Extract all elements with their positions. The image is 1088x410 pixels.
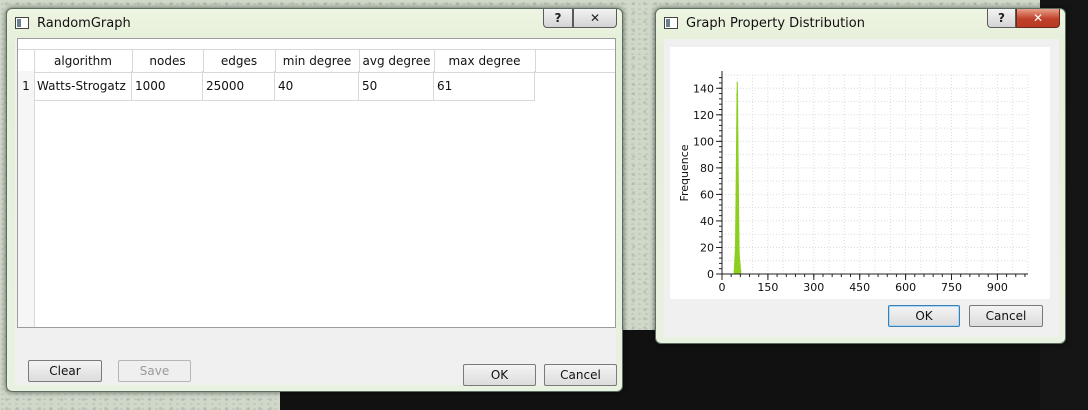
- y-tick-label: 40: [700, 215, 714, 228]
- corner-cell[interactable]: [18, 50, 35, 72]
- y-tick-label: 120: [693, 109, 714, 122]
- series-area: [733, 82, 742, 275]
- ok-button[interactable]: OK: [463, 364, 536, 386]
- graph-distribution-window: Graph Property Distribution ? ✕ 0 150 300 4…: [655, 8, 1066, 344]
- data-point: [736, 82, 739, 84]
- column-header-max-degree[interactable]: max degree: [434, 50, 536, 72]
- column-header-min-degree[interactable]: min degree: [275, 50, 360, 72]
- data-point: [736, 94, 738, 96]
- data-point: [737, 200, 740, 202]
- data-point: [734, 246, 737, 249]
- cell-algorithm[interactable]: Watts-Strogatz: [34, 71, 132, 101]
- help-button[interactable]: ?: [987, 9, 1016, 28]
- cell-edges[interactable]: 25000: [203, 71, 275, 101]
- y-tick-label: 60: [700, 188, 714, 201]
- data-point: [733, 270, 736, 273]
- y-tick-label: 140: [693, 82, 714, 95]
- x-tick-label: 300: [803, 281, 824, 294]
- column-header-algorithm[interactable]: algorithm: [34, 50, 133, 72]
- x-tick-label: 600: [895, 281, 916, 294]
- client-area: algorithm nodes edges min degree avg deg…: [15, 38, 617, 386]
- help-button[interactable]: ?: [543, 9, 573, 28]
- close-button[interactable]: ✕: [1016, 9, 1060, 28]
- cell-avg-degree[interactable]: 50: [359, 71, 434, 101]
- cell-max-degree[interactable]: 61: [434, 71, 535, 101]
- data-point: [736, 100, 739, 103]
- table-header: algorithm nodes edges min degree avg deg…: [18, 49, 615, 73]
- cancel-button[interactable]: Cancel: [969, 305, 1043, 327]
- random-graph-window: RandomGraph ? ✕ algorithm nodes edges mi…: [6, 8, 623, 392]
- data-point: [738, 253, 740, 255]
- window-title: Graph Property Distribution: [686, 16, 865, 31]
- column-header-edges[interactable]: edges: [203, 50, 276, 72]
- save-button[interactable]: Save: [118, 360, 191, 382]
- y-tick-label: 0: [707, 268, 714, 281]
- x-tick-label: 150: [757, 281, 778, 294]
- x-tick-label: 900: [987, 281, 1008, 294]
- y-tick-label: 80: [700, 162, 714, 175]
- results-table[interactable]: algorithm nodes edges min degree avg deg…: [17, 38, 616, 328]
- close-button[interactable]: ✕: [573, 9, 617, 28]
- title-bar[interactable]: Graph Property Distribution ? ✕: [656, 9, 1065, 39]
- row-header-strip: [18, 71, 35, 327]
- y-axis-label: Frequence: [678, 144, 691, 201]
- window-title: RandomGraph: [37, 16, 131, 31]
- cell-min-degree[interactable]: 40: [275, 71, 359, 101]
- clear-button[interactable]: Clear: [28, 360, 102, 382]
- window-icon: [664, 17, 678, 29]
- x-tick-label: 450: [849, 281, 870, 294]
- data-point: [735, 127, 738, 129]
- window-icon: [15, 17, 29, 29]
- y-tick-label: 100: [693, 135, 714, 148]
- data-point: [739, 270, 742, 273]
- distribution-chart: 0 150 300 450 600 750 900 0 20 40 60 80 100 120 140 Fr…: [678, 71, 1029, 294]
- cancel-button[interactable]: Cancel: [544, 364, 617, 386]
- y-tick-label: 20: [700, 241, 714, 254]
- column-header-avg-degree[interactable]: avg degree: [359, 50, 435, 72]
- data-point: [737, 140, 739, 143]
- data-point: [735, 193, 737, 196]
- ok-button[interactable]: OK: [888, 305, 960, 327]
- chart-series: [733, 82, 742, 275]
- column-header-nodes[interactable]: nodes: [132, 50, 204, 72]
- title-bar[interactable]: RandomGraph ? ✕: [7, 9, 622, 39]
- x-tick-label: 0: [719, 281, 726, 294]
- x-tick-label: 750: [941, 281, 962, 294]
- cell-nodes[interactable]: 1000: [132, 71, 203, 101]
- client-area: 0 150 300 450 600 750 900 0 20 40 60 80 100 120 140 Fr…: [664, 39, 1059, 337]
- row-number[interactable]: 1: [18, 71, 34, 101]
- chart-grid: [721, 74, 1029, 275]
